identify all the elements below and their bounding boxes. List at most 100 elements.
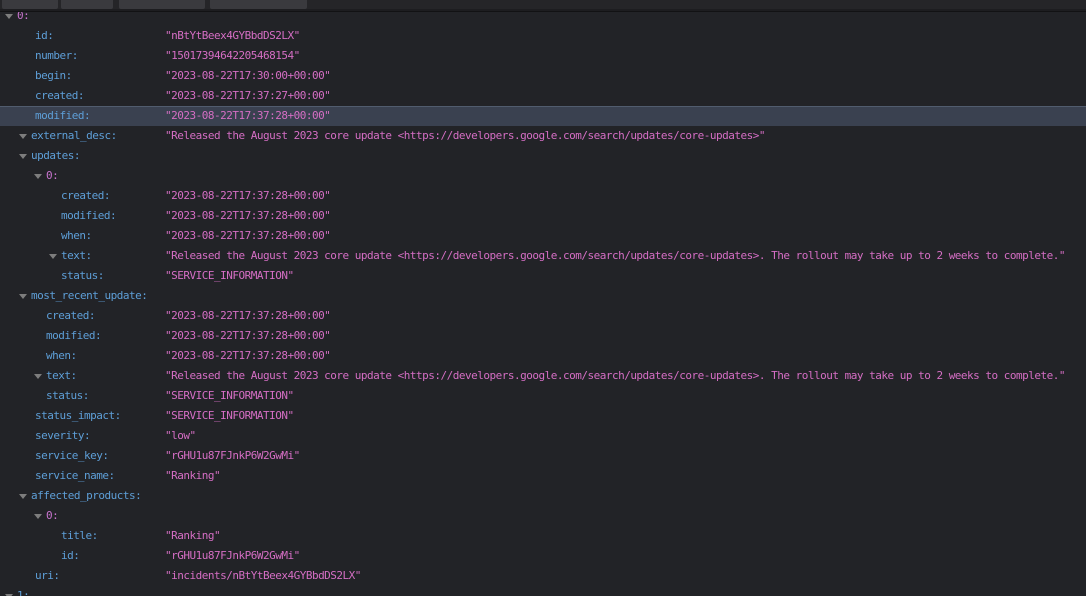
expander-triangle-icon[interactable]	[19, 494, 27, 499]
key-cell: title:	[0, 526, 165, 546]
json-key: status_impact:	[35, 406, 121, 426]
key-cell: status:	[0, 386, 165, 406]
json-row-0-8[interactable]: 0:	[0, 166, 1086, 186]
browser-tab-1[interactable]	[2, 0, 58, 9]
expander-triangle-icon[interactable]	[19, 154, 27, 159]
json-key: status:	[46, 386, 89, 406]
key-cell: updates:	[0, 146, 165, 166]
json-value: "2023-08-22T17:37:28+00:00"	[165, 206, 1086, 226]
json-value: "2023-08-22T17:37:28+00:00"	[165, 106, 1086, 126]
expander-triangle-icon[interactable]	[49, 254, 57, 259]
json-key: text:	[46, 366, 77, 386]
key-cell: affected_products:	[0, 486, 165, 506]
json-row-created-15[interactable]: created:"2023-08-22T17:37:28+00:00"	[0, 306, 1086, 326]
json-value: "SERVICE_INFORMATION"	[165, 386, 1086, 406]
expander-triangle-icon[interactable]	[34, 374, 42, 379]
json-value: "SERVICE_INFORMATION"	[165, 266, 1086, 286]
json-row-begin-3[interactable]: begin: "2023-08-22T17:30:00+00:00"	[0, 66, 1086, 86]
key-cell: status:	[0, 266, 165, 286]
json-row-id-27[interactable]: id: "rGHU1u87FJnkP6W2GwMi"	[0, 546, 1086, 566]
json-value: "rGHU1u87FJnkP6W2GwMi"	[165, 546, 1086, 566]
json-row-updates-7[interactable]: updates:	[0, 146, 1086, 166]
json-row-created-4[interactable]: created:"2023-08-22T17:37:27+00:00"	[0, 86, 1086, 106]
json-key: status:	[61, 266, 104, 286]
json-row-severity-21[interactable]: severity:"low"	[0, 426, 1086, 446]
key-cell: when:	[0, 346, 165, 366]
expander-triangle-icon[interactable]	[19, 134, 27, 139]
json-row-service_name-23[interactable]: service_name: "Ranking"	[0, 466, 1086, 486]
key-cell: begin:	[0, 66, 165, 86]
json-row-id-1[interactable]: id: "nBtYtBeex4GYBbdDS2LX"	[0, 26, 1086, 46]
key-cell: modified:	[0, 106, 165, 126]
key-cell: id:	[0, 26, 165, 46]
key-cell: created:	[0, 186, 165, 206]
json-row-created-9[interactable]: created:"2023-08-22T17:37:28+00:00"	[0, 186, 1086, 206]
json-value: "Released the August 2023 core update <h…	[165, 246, 1086, 266]
expander-triangle-icon[interactable]	[34, 174, 42, 179]
json-row-status_impact-20[interactable]: status_impact:"SERVICE_INFORMATION"	[0, 406, 1086, 426]
key-cell: created:	[0, 306, 165, 326]
json-row-1-29[interactable]: 1:	[0, 586, 1086, 596]
json-row-external_desc-6[interactable]: external_desc:"Released the August 2023 …	[0, 126, 1086, 146]
json-value: "2023-08-22T17:37:27+00:00"	[165, 86, 1086, 106]
json-key: title:	[61, 526, 98, 546]
key-cell: modified:	[0, 326, 165, 346]
expander-triangle-icon[interactable]	[5, 14, 13, 19]
key-cell: uri:	[0, 566, 165, 586]
browser-tab-3[interactable]	[119, 0, 205, 9]
json-row-modified-16[interactable]: modified: "2023-08-22T17:37:28+00:00"	[0, 326, 1086, 346]
json-value: "2023-08-22T17:37:28+00:00"	[165, 326, 1086, 346]
json-key: service_name:	[35, 466, 115, 486]
json-key: uri:	[35, 566, 60, 586]
json-row-when-17[interactable]: when:"2023-08-22T17:37:28+00:00"	[0, 346, 1086, 366]
key-cell: 0:	[0, 166, 165, 186]
key-cell: 0:	[0, 506, 165, 526]
json-key: 1:	[17, 586, 29, 596]
json-key: begin:	[35, 66, 72, 86]
json-key: modified:	[61, 206, 116, 226]
json-key: updates:	[31, 146, 80, 166]
json-key: id:	[61, 546, 79, 566]
key-cell: service_name:	[0, 466, 165, 486]
browser-tab-4[interactable]	[210, 0, 307, 9]
key-cell: created:	[0, 86, 165, 106]
json-key: service_key:	[35, 446, 108, 466]
json-key: when:	[46, 346, 77, 366]
json-value: "Ranking"	[165, 526, 1086, 546]
json-row-modified-5[interactable]: modified:"2023-08-22T17:37:28+00:00"	[0, 106, 1086, 126]
json-value: "2023-08-22T17:30:00+00:00"	[165, 66, 1086, 86]
json-row-affected_products-24[interactable]: affected_products:	[0, 486, 1086, 506]
json-row-service_key-22[interactable]: service_key:"rGHU1u87FJnkP6W2GwMi"	[0, 446, 1086, 466]
json-row-number-2[interactable]: number:"15017394642205468154"	[0, 46, 1086, 66]
json-key: id:	[35, 26, 53, 46]
json-value: "Released the August 2023 core update <h…	[165, 366, 1086, 386]
key-cell: when:	[0, 226, 165, 246]
json-row-when-11[interactable]: when:"2023-08-22T17:37:28+00:00"	[0, 226, 1086, 246]
json-key: text:	[61, 246, 92, 266]
json-row-status-19[interactable]: status: "SERVICE_INFORMATION"	[0, 386, 1086, 406]
expander-triangle-icon[interactable]	[34, 514, 42, 519]
json-value: "2023-08-22T17:37:28+00:00"	[165, 226, 1086, 246]
json-value: "nBtYtBeex4GYBbdDS2LX"	[165, 26, 1086, 46]
browser-tab-2[interactable]	[61, 0, 113, 9]
json-row-text-18[interactable]: text: "Released the August 2023 core upda…	[0, 366, 1086, 386]
json-value: "2023-08-22T17:37:28+00:00"	[165, 306, 1086, 326]
json-key: 0:	[46, 166, 58, 186]
expander-triangle-icon[interactable]	[19, 294, 27, 299]
json-value: "incidents/nBtYtBeex4GYBbdDS2LX"	[165, 566, 1086, 586]
json-value: "Ranking"	[165, 466, 1086, 486]
json-row-status-13[interactable]: status: "SERVICE_INFORMATION"	[0, 266, 1086, 286]
json-row-0-25[interactable]: 0:	[0, 506, 1086, 526]
json-row-most_recent_update-14[interactable]: most_recent_update:	[0, 286, 1086, 306]
json-key: modified:	[46, 326, 101, 346]
json-row-text-12[interactable]: text: "Released the August 2023 core upda…	[0, 246, 1086, 266]
json-value: "15017394642205468154"	[165, 46, 1086, 66]
key-cell: modified:	[0, 206, 165, 226]
key-cell: text:	[0, 246, 165, 266]
json-row-title-26[interactable]: title: "Ranking"	[0, 526, 1086, 546]
key-cell: external_desc:	[0, 126, 165, 146]
json-row-modified-10[interactable]: modified: "2023-08-22T17:37:28+00:00"	[0, 206, 1086, 226]
key-cell: service_key:	[0, 446, 165, 466]
json-row-uri-28[interactable]: uri: "incidents/nBtYtBeex4GYBbdDS2LX"	[0, 566, 1086, 586]
browser-tab-strip	[0, 0, 1086, 12]
